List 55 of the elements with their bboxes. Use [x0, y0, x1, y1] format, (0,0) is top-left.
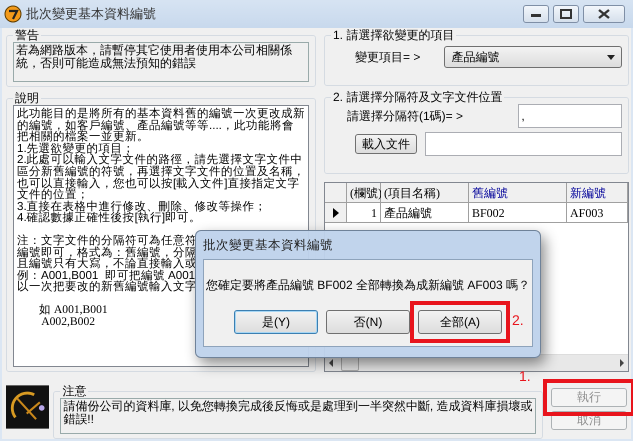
row-header[interactable]: [325, 203, 347, 223]
scroll-right-icon: [620, 359, 624, 367]
maximize-button[interactable]: [553, 5, 579, 23]
table-cell[interactable]: BF002: [469, 203, 567, 223]
table-cell[interactable]: AF003: [567, 203, 628, 223]
text-line: 例：A001,B001 即可把編號 A001: [17, 270, 196, 282]
annotation-number: 2.: [512, 311, 524, 330]
dialog-button[interactable]: 是(Y): [234, 310, 318, 334]
dialog-message: 您確定要將產品編號 BF002 全部轉換為成新編號 AF003 嗎？: [206, 277, 530, 294]
text-line: 此功能目的是將所有的基本資料舊的編號一次更改成新: [17, 108, 305, 120]
row-pointer-icon: [332, 208, 338, 218]
text-line: 如 A001,B001: [39, 304, 108, 316]
text-line: 把相關的檔案一並更新。: [17, 131, 149, 143]
column-header[interactable]: 新編號: [567, 183, 628, 203]
group-title: 警告: [14, 28, 40, 42]
text-line: 2.此處可以輸入文字文件的路徑，請先選擇文字文件中: [17, 154, 303, 166]
text-line: 注：文字文件的分隔符可為任意符: [17, 234, 197, 247]
table-cell[interactable]: 產品編號: [381, 203, 469, 223]
group-title: 1. 請選擇欲變更的項目: [332, 28, 456, 42]
maximize-icon: [560, 9, 572, 19]
dropdown[interactable]: 產品編號: [444, 46, 622, 68]
text-line: 4.確認數據正確性後按[執行]即可。: [17, 212, 202, 224]
text-line: 1.先選欲變更的項目；: [17, 142, 135, 154]
close-button[interactable]: [583, 5, 625, 23]
group-title: 說明: [14, 91, 40, 105]
field-label: 請選擇分隔符(1碼)= >: [347, 108, 464, 125]
notice-text: 請備份公司的資料庫, 以免您轉換完成後反悔或是處理到一半突然中斷, 造成資料庫損壞或錯誤!!: [60, 398, 536, 434]
caret-icon: [607, 54, 616, 60]
text-line: 也可以直接輸入，您也可以按[載入文件]直接指定文字: [17, 178, 300, 190]
file-path-field[interactable]: [425, 132, 622, 156]
minimize-button[interactable]: [523, 5, 549, 23]
dialog-button[interactable]: 否(N): [326, 310, 410, 334]
separator-field[interactable]: ,: [518, 104, 622, 128]
column-header[interactable]: (項目名稱): [381, 183, 469, 203]
scroll-left-icon: [329, 359, 333, 367]
dialog-button[interactable]: 全部(A): [418, 310, 502, 334]
text-line: 3.直接在表格中進行修改、刪除、修改等操作；: [17, 200, 267, 212]
close-icon: [597, 9, 611, 19]
group-title: 2. 請選擇分隔符及文字文件位置: [332, 90, 504, 104]
load-file-button[interactable]: 載入文件: [355, 134, 417, 154]
warning-text: 若為網路版本，請暫停其它使用者使用本公司相關係統，否則可能造成無法預知的錯誤: [13, 42, 309, 82]
table-cell[interactable]: 1: [347, 203, 381, 223]
window-title: 批次變更基本資料編號: [26, 5, 156, 24]
text-line: 的編號，如客戶編號、產品編號等等....，此功能將會: [17, 120, 294, 132]
text-line: 區分新舊編號的符號，再選擇文字文件的位置及名稱，: [17, 166, 305, 178]
logo-icon: [6, 384, 50, 430]
dialog-title: 批次變更基本資料編號: [203, 237, 334, 254]
field-label: 變更項目= >: [355, 49, 420, 66]
column-header[interactable]: 舊編號: [469, 183, 567, 203]
annotation-number: 1.: [519, 367, 531, 386]
group-title: 注意: [61, 384, 88, 398]
row-header: [325, 183, 347, 203]
text-line: A002,B002: [41, 316, 96, 328]
text-line: 文件的位置；: [17, 189, 89, 201]
app-logo-icon: [4, 5, 22, 23]
